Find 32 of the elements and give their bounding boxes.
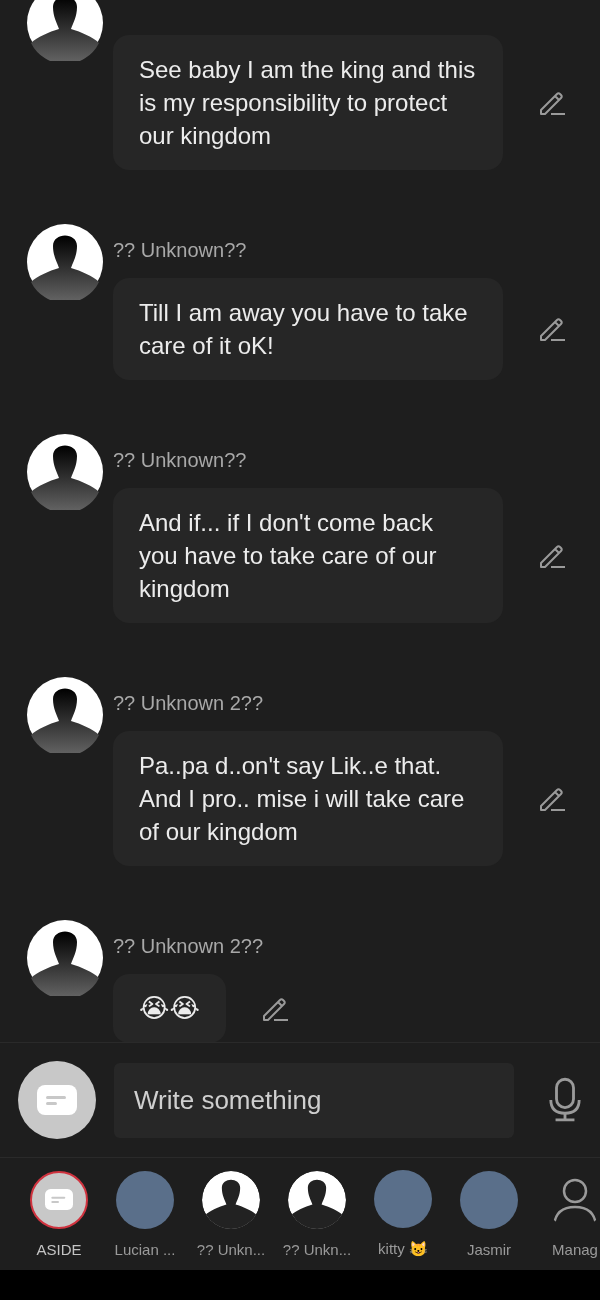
message-bubble: Pa..pa d..on't say Lik..e that. And I pro.. mise i will take care of our kingdom bbox=[113, 731, 503, 866]
avatar-silhouette-icon bbox=[27, 677, 103, 753]
message-bubble: See baby I am the king and this is my responsibility to protect our kingdom bbox=[113, 35, 503, 170]
edit-icon[interactable] bbox=[538, 785, 566, 812]
chat-icon bbox=[37, 1085, 77, 1115]
edit-icon[interactable] bbox=[260, 995, 289, 1022]
avatar-silhouette-icon bbox=[27, 920, 103, 996]
character-tab[interactable]: Jasmir bbox=[446, 1170, 532, 1258]
character-tab[interactable]: Manag bbox=[532, 1170, 600, 1258]
avatar-silhouette-icon bbox=[27, 0, 103, 61]
aside-avatar-icon bbox=[30, 1170, 88, 1229]
avatar-silhouette-icon bbox=[27, 434, 103, 510]
message-bubble: And if... if I don't come back you have to take care of our kingdom bbox=[113, 488, 503, 623]
message-input[interactable]: Write something bbox=[114, 1062, 514, 1138]
edit-icon[interactable] bbox=[538, 89, 566, 116]
sender-name: ?? Unknown 2?? bbox=[113, 935, 265, 958]
edit-icon[interactable] bbox=[538, 542, 566, 569]
character-tab[interactable]: ASIDE bbox=[16, 1170, 102, 1258]
sender-name: ?? Unknown 2?? bbox=[113, 692, 265, 715]
avatar-silhouette-icon bbox=[27, 224, 103, 300]
avatar-silhouette-icon bbox=[202, 1170, 260, 1229]
character-tab[interactable]: kitty 😺 bbox=[360, 1170, 446, 1258]
sender-name: ?? Unknown?? bbox=[113, 239, 248, 262]
message-bubble: Till I am away you have to take care of it oK! bbox=[113, 278, 503, 380]
character-tab[interactable]: ?? Unkn... bbox=[274, 1170, 360, 1258]
character-tab[interactable]: ?? Unkn... bbox=[188, 1170, 274, 1258]
edit-icon[interactable] bbox=[538, 316, 566, 342]
character-tab[interactable]: Lucian ... bbox=[102, 1170, 188, 1258]
avatar-silhouette-icon bbox=[288, 1170, 346, 1229]
sender-name: ?? Unknown?? bbox=[113, 449, 248, 472]
message-bubble: 😭😭 bbox=[113, 974, 226, 1042]
microphone-icon[interactable] bbox=[548, 1077, 582, 1123]
